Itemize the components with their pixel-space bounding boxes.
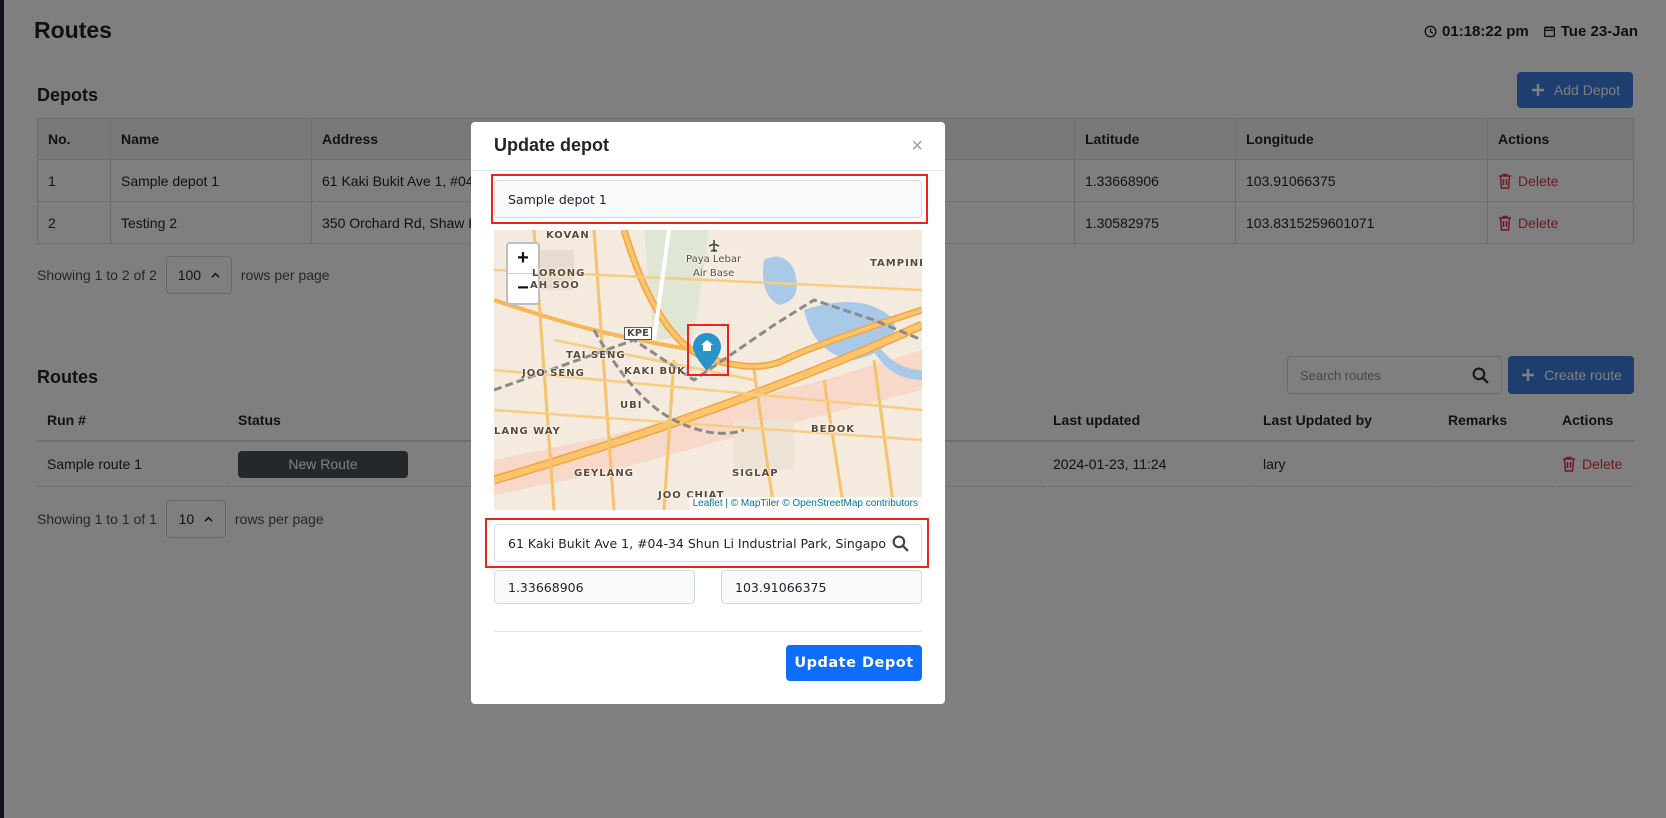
map-label: TAMPINE [870,258,922,269]
attribution-text[interactable]: | © MapTiler © OpenStreetMap contributor… [725,498,918,509]
map-label: AH SOO [530,280,580,291]
highlight-box [485,518,929,568]
airport-icon [708,240,720,252]
highlight-box [687,324,729,376]
map-label: Air Base [693,268,735,279]
leaflet-link[interactable]: Leaflet [693,498,723,509]
close-icon[interactable]: × [911,135,923,158]
map-attribution: Leaflet | © MapTiler © OpenStreetMap con… [688,497,922,510]
update-depot-button[interactable]: Update Depot [786,645,922,681]
map-label: Paya Lebar [686,254,742,265]
map-label: BEDOK [811,424,856,435]
map-label: UBI [620,400,643,411]
map-label: GEYLANG [574,468,634,479]
map-label: TAI SENG [566,350,626,361]
modal-title: Update depot [494,135,609,155]
map-label: KPE [624,327,652,340]
update-depot-modal: Update depot × Sample depot 1 + − KOVAN … [471,122,945,704]
map-label: LANG WAY [494,426,561,437]
modal-footer-divider [494,631,922,632]
modal-header-divider [471,170,945,171]
latitude-input[interactable]: 1.33668906 [494,570,695,604]
map-label: JOO SENG [522,368,585,379]
map-label: KAKI BUKI [624,366,691,377]
highlight-box [491,174,928,224]
map-label: LORONG [532,268,586,279]
map-label: SIGLAP [732,468,779,479]
map-label: KOVAN [546,230,590,241]
longitude-input[interactable]: 103.91066375 [721,570,922,604]
